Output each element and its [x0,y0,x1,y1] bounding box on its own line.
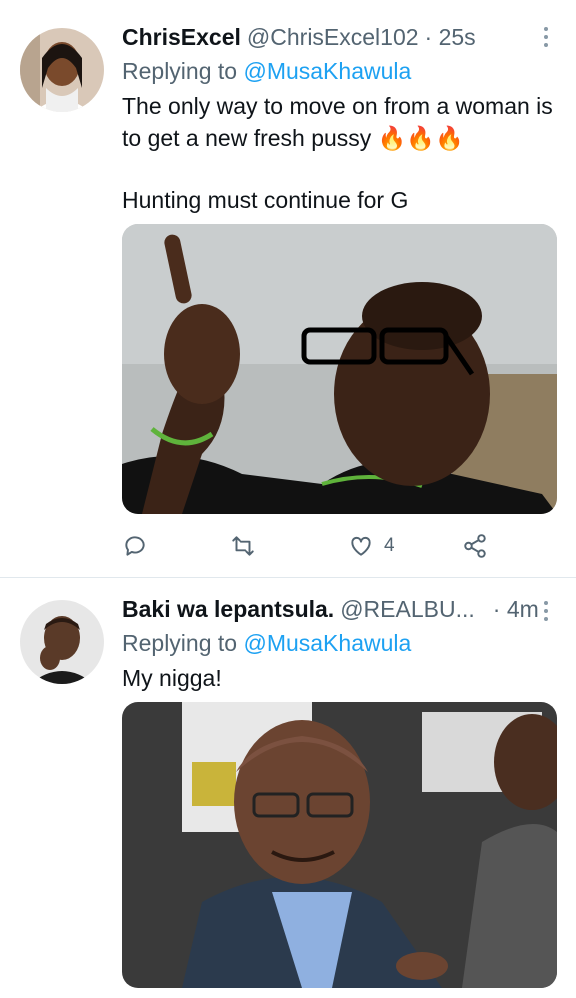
replying-to: Replying to @MusaKhawula [122,56,556,86]
replying-prefix: Replying to [122,630,238,656]
avatar-chrisexcel[interactable] [20,28,104,112]
tweet-image[interactable] [122,702,557,988]
retweet-icon [232,536,254,556]
reply-button[interactable] [122,530,148,562]
share-icon [464,534,486,558]
tweet-image[interactable] [122,224,557,514]
retweet-button[interactable] [230,530,256,562]
tweet-actions: 4 [122,530,502,562]
tweet-text-line: Hunting must continue for G [122,187,409,213]
tweet-1[interactable]: ChrisExcel @ChrisExcel102 · 25s Replying… [0,0,576,578]
replying-prefix: Replying to [122,58,238,84]
like-count: 4 [384,535,395,556]
tweet-text: My nigga! [122,662,556,694]
tweet-1-header: ChrisExcel @ChrisExcel102 · 25s [122,22,556,52]
display-name[interactable]: Baki wa lepantsula. [122,594,334,624]
display-name[interactable]: ChrisExcel [122,22,241,52]
like-icon [351,536,371,556]
tweet-2-header: Baki wa lepantsula. @REALBU... · 4m [122,594,556,624]
tweet-1-content: ChrisExcel @ChrisExcel102 · 25s Replying… [122,22,556,216]
tweet-2[interactable]: Baki wa lepantsula. @REALBU... · 4m Repl… [0,578,576,998]
reply-icon [125,536,145,556]
mention-link[interactable]: @MusaKhawula [243,630,411,656]
tweet-text-line: The only way to move on from a woman is … [122,93,553,151]
tweet-text: The only way to move on from a woman is … [122,90,556,216]
avatar-baki[interactable] [20,600,104,684]
user-handle[interactable]: @ChrisExcel102 [247,22,419,52]
timestamp[interactable]: · 4m [493,594,539,624]
timestamp[interactable]: · 25s [425,22,476,52]
mention-link[interactable]: @MusaKhawula [243,58,411,84]
user-handle[interactable]: @REALBU... [340,594,475,624]
like-button[interactable]: 4 [348,530,395,562]
replying-to: Replying to @MusaKhawula [122,628,556,658]
share-button[interactable] [462,530,488,562]
tweet-2-content: Baki wa lepantsula. @REALBU... · 4m Repl… [122,594,556,694]
tweet-text-line: My nigga! [122,665,222,691]
